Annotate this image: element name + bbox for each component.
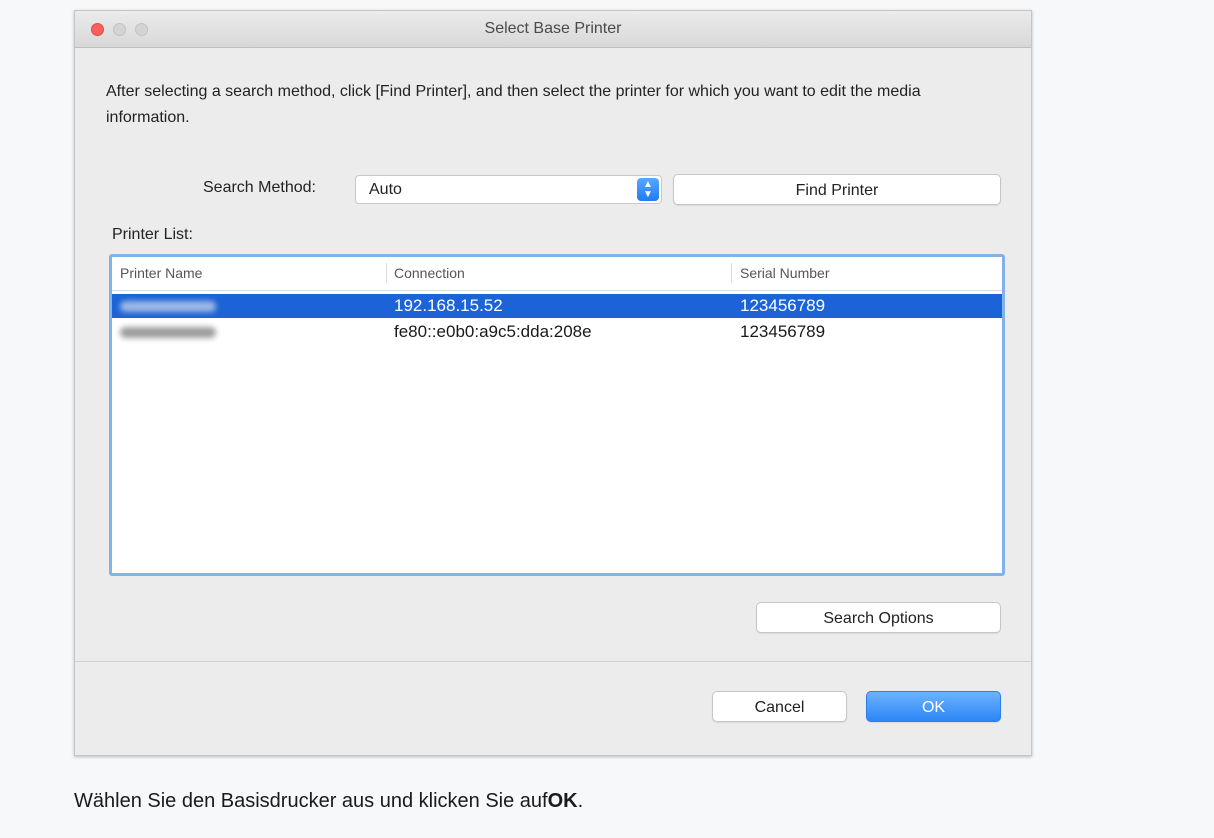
caption-bold-ok: OK bbox=[547, 790, 578, 812]
table-header: Printer Name Connection Serial Number bbox=[112, 257, 1002, 291]
search-options-button[interactable]: Search Options bbox=[756, 602, 1001, 633]
printer-name-blurred bbox=[120, 327, 216, 338]
footer-divider bbox=[75, 661, 1031, 662]
title-bar: Select Base Printer bbox=[75, 11, 1031, 48]
serial-number-cell: 123456789 bbox=[740, 296, 826, 315]
table-row[interactable]: 192.168.15.52 123456789 bbox=[112, 294, 1002, 318]
printer-list-table[interactable]: Printer Name Connection Serial Number 19… bbox=[109, 254, 1005, 576]
caption-text: Wählen Sie den Basisdrucker aus und klic… bbox=[74, 790, 583, 813]
column-header-serial-number[interactable]: Serial Number bbox=[740, 265, 829, 281]
instructions-text: After selecting a search method, click [… bbox=[106, 83, 921, 126]
column-divider[interactable] bbox=[386, 263, 387, 283]
search-method-value: Auto bbox=[369, 181, 402, 198]
connection-cell: fe80::e0b0:a9c5:dda:208e bbox=[394, 322, 592, 341]
column-header-printer-name[interactable]: Printer Name bbox=[120, 265, 202, 281]
printer-list-label: Printer List: bbox=[112, 226, 193, 243]
search-method-label: Search Method: bbox=[203, 179, 316, 196]
caption-suffix: . bbox=[577, 790, 584, 812]
cancel-button[interactable]: Cancel bbox=[712, 691, 847, 722]
connection-cell: 192.168.15.52 bbox=[394, 296, 503, 315]
serial-number-cell: 123456789 bbox=[740, 322, 826, 341]
column-divider[interactable] bbox=[731, 263, 732, 283]
search-method-select[interactable]: Auto ▲ ▼ bbox=[355, 175, 662, 204]
select-base-printer-dialog: Select Base Printer After selecting a se… bbox=[74, 10, 1032, 756]
ok-button[interactable]: OK bbox=[866, 691, 1001, 722]
select-stepper-icon[interactable]: ▲ ▼ bbox=[637, 178, 659, 201]
caption-main: Wählen Sie den Basisdrucker aus und klic… bbox=[74, 790, 548, 812]
window-title: Select Base Printer bbox=[484, 20, 622, 37]
find-printer-button[interactable]: Find Printer bbox=[673, 174, 1001, 205]
column-header-connection[interactable]: Connection bbox=[394, 265, 465, 281]
printer-name-blurred bbox=[120, 301, 216, 312]
table-row[interactable]: fe80::e0b0:a9c5:dda:208e 123456789 bbox=[112, 320, 1002, 344]
